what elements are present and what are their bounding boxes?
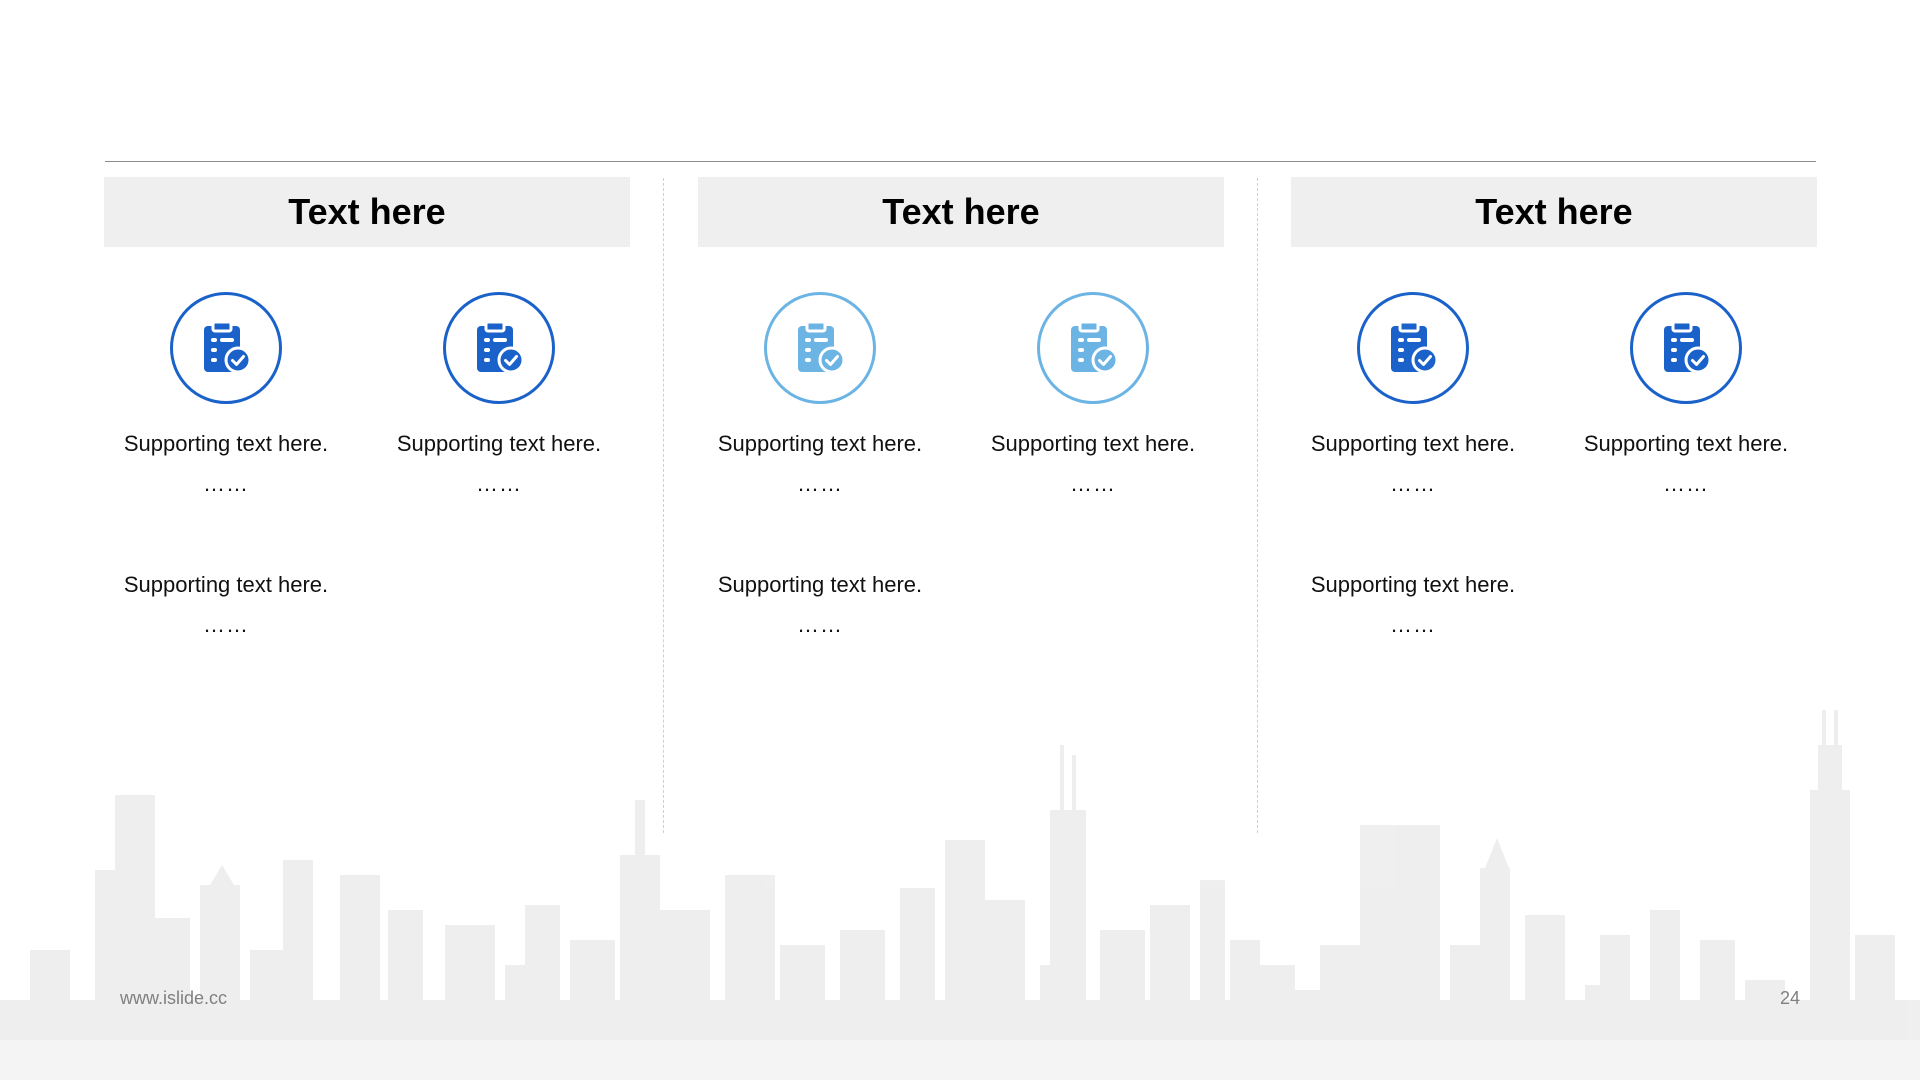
supporting-item: Supporting text here. ……: [1566, 429, 1806, 499]
supporting-item: Supporting text here. ……: [106, 570, 346, 640]
ellipsis: ……: [203, 612, 249, 637]
supporting-text: Supporting text here.: [717, 572, 923, 597]
supporting-text: Supporting text here.: [1310, 572, 1516, 597]
column-title: Text here: [1291, 177, 1817, 247]
clipboard-check-icon: [1037, 292, 1149, 404]
ellipsis: ……: [476, 471, 522, 496]
supporting-item: Supporting text here. ……: [700, 429, 940, 499]
supporting-text: Supporting text here.: [1310, 431, 1516, 456]
column-divider: [663, 178, 664, 833]
ellipsis: ……: [797, 612, 843, 637]
ellipsis: ……: [797, 471, 843, 496]
footer-url: www.islide.cc: [120, 988, 228, 1008]
supporting-text: Supporting text here.: [717, 431, 923, 456]
supporting-text: Supporting text here.: [396, 431, 602, 456]
page-number: 24: [1779, 988, 1800, 1008]
column-title: Text here: [698, 177, 1224, 247]
supporting-text: Supporting text here.: [990, 431, 1196, 456]
supporting-item: Supporting text here. ……: [700, 570, 940, 640]
supporting-text: Supporting text here.: [123, 572, 329, 597]
ellipsis: ……: [203, 471, 249, 496]
supporting-item: Supporting text here. ……: [973, 429, 1213, 499]
supporting-text: Supporting text here.: [123, 431, 329, 456]
supporting-item: Supporting text here. ……: [106, 429, 346, 499]
clipboard-check-icon: [764, 292, 876, 404]
column-divider: [1257, 178, 1258, 833]
ellipsis: ……: [1390, 471, 1436, 496]
supporting-text: Supporting text here.: [1583, 431, 1789, 456]
ellipsis: ……: [1390, 612, 1436, 637]
clipboard-check-icon: [170, 292, 282, 404]
clipboard-check-icon: [1630, 292, 1742, 404]
top-rule: [105, 161, 1816, 162]
ellipsis: ……: [1070, 471, 1116, 496]
supporting-item: Supporting text here. ……: [1293, 570, 1533, 640]
clipboard-check-icon: [443, 292, 555, 404]
supporting-item: Supporting text here. ……: [379, 429, 619, 499]
column-3: Text here Supporting text here. …… Suppo…: [1291, 177, 1817, 777]
column-1: Text here Supporting text here. …… Suppo…: [104, 177, 630, 777]
clipboard-check-icon: [1357, 292, 1469, 404]
ellipsis: ……: [1663, 471, 1709, 496]
column-2: Text here Supporting text here. …… Suppo…: [698, 177, 1224, 777]
column-title: Text here: [104, 177, 630, 247]
supporting-item: Supporting text here. ……: [1293, 429, 1533, 499]
